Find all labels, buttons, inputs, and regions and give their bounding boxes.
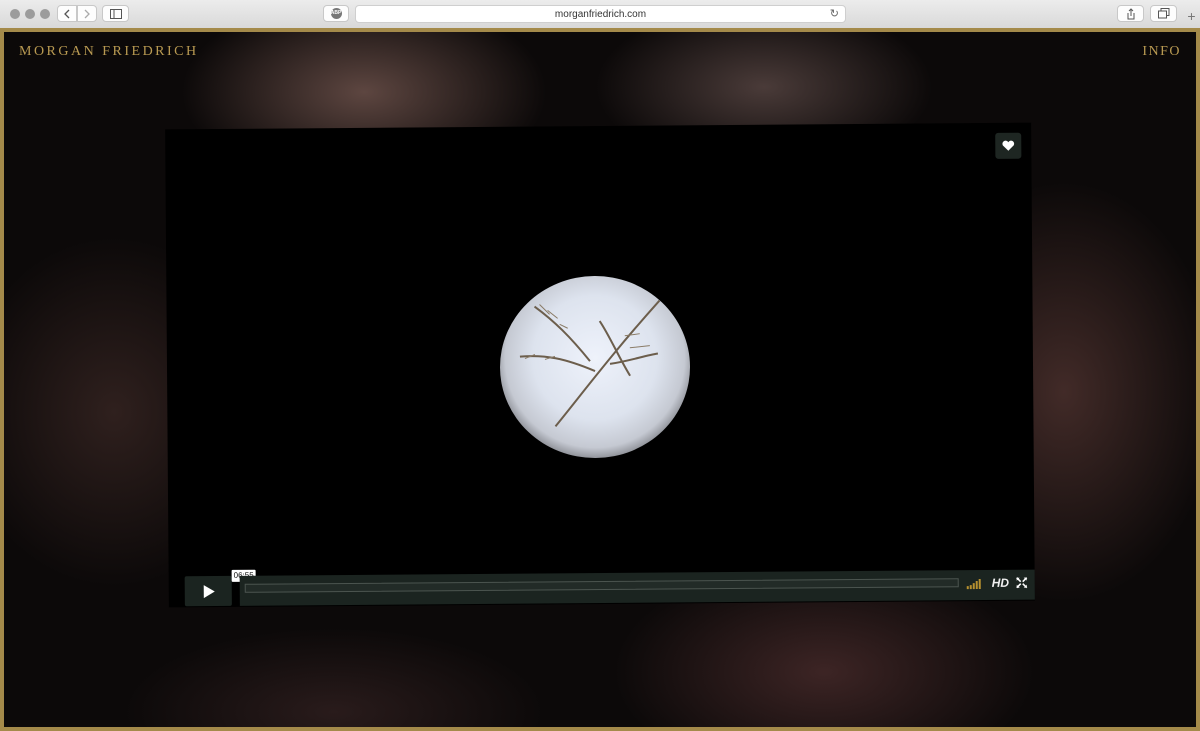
- new-tab-button[interactable]: +: [1183, 8, 1200, 28]
- share-icon: [1127, 7, 1134, 19]
- back-icon: [64, 9, 70, 18]
- fullscreen-button[interactable]: [1016, 576, 1028, 589]
- video-frame-moon: [499, 275, 691, 459]
- tabs-icon: [1157, 8, 1169, 19]
- minimize-window-button[interactable]: [25, 9, 35, 19]
- play-button[interactable]: [184, 575, 232, 607]
- reload-icon[interactable]: ↻: [830, 7, 839, 20]
- like-button[interactable]: [995, 132, 1022, 159]
- back-button[interactable]: [57, 5, 77, 22]
- page-background: MORGAN FRIEDRICH INFO HD: [0, 28, 1200, 731]
- adblock-button[interactable]: ABP: [323, 5, 349, 22]
- play-icon: [203, 584, 215, 598]
- hd-toggle[interactable]: HD: [992, 576, 1009, 590]
- forward-button[interactable]: [77, 5, 97, 22]
- adblock-icon: ABP: [330, 8, 342, 19]
- fullscreen-icon: [1016, 577, 1028, 589]
- sidebar-icon: [109, 8, 122, 19]
- info-link[interactable]: INFO: [1142, 44, 1181, 60]
- branch-silhouette: [519, 299, 661, 427]
- video-player[interactable]: 06:55 HD: [165, 122, 1035, 608]
- close-window-button[interactable]: [10, 9, 20, 19]
- sidebar-button[interactable]: [102, 5, 129, 22]
- heart-icon: [1002, 140, 1015, 151]
- browser-toolbar: ABP morganfriedrich.com ↻ +: [0, 0, 1200, 29]
- url-text: morganfriedrich.com: [554, 8, 647, 20]
- address-bar[interactable]: morganfriedrich.com ↻: [355, 5, 846, 23]
- control-bar: HD: [239, 569, 1035, 606]
- forward-icon: [84, 9, 90, 18]
- site-title[interactable]: MORGAN FRIEDRICH: [19, 44, 199, 60]
- tabs-overview-button[interactable]: [1150, 5, 1177, 22]
- volume-icon[interactable]: [966, 579, 985, 590]
- zoom-window-button[interactable]: [40, 9, 50, 19]
- share-button[interactable]: [1117, 5, 1144, 22]
- progress-bar[interactable]: [244, 578, 959, 593]
- player-controls: 06:55 HD: [184, 569, 1035, 608]
